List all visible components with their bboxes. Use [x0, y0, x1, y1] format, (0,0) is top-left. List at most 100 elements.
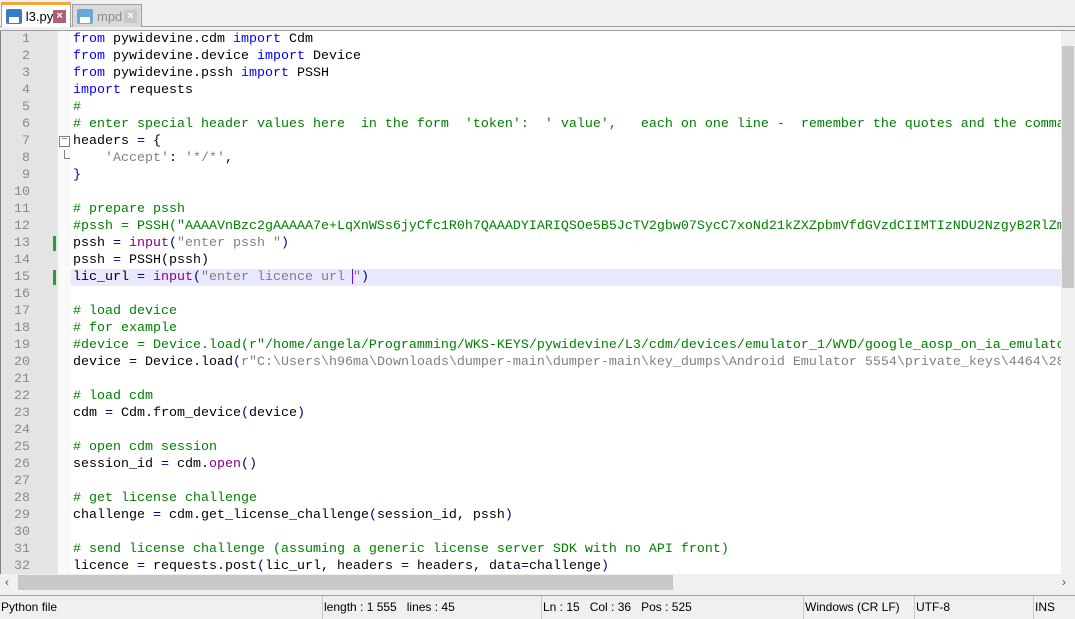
line-text[interactable]: licence = requests.post(lic_url, headers… [71, 558, 1061, 574]
code-line[interactable]: 21 [0, 371, 1061, 388]
line-text[interactable]: # load device [71, 303, 1061, 320]
code-line[interactable]: 5 # [0, 99, 1061, 116]
line-text[interactable]: pssh = input("enter pssh ") [71, 235, 1061, 252]
fold-end-marker [64, 150, 70, 159]
code-line[interactable]: 10 [0, 184, 1061, 201]
line-text[interactable] [71, 422, 1061, 439]
line-text[interactable]: challenge = cdm.get_license_challenge(se… [71, 507, 1061, 524]
line-number: 32 [14, 559, 30, 574]
line-text[interactable]: #device = Device.load(r"/home/angela/Pro… [71, 337, 1073, 354]
insert-mode: INS [1033, 596, 1075, 619]
line-text[interactable]: } [71, 167, 1061, 184]
line-text[interactable]: # prepare pssh [71, 201, 1061, 218]
code-line[interactable]: 17 # load device [0, 303, 1061, 320]
horizontal-scroll-thumb[interactable] [18, 575, 673, 590]
code-token: , [225, 151, 233, 166]
code-line[interactable]: 28 # get license challenge [0, 490, 1061, 507]
line-number: 15 [14, 270, 30, 285]
code-line[interactable]: 13 pssh = input("enter pssh ") [0, 235, 1061, 252]
code-line[interactable]: 29 challenge = cdm.get_license_challenge(… [0, 507, 1061, 524]
code-line[interactable]: 6 # enter special header values here in t… [0, 116, 1073, 133]
modified-line-marker [53, 270, 56, 285]
code-line[interactable]: 32 licence = requests.post(lic_url, heade… [0, 558, 1061, 574]
line-text[interactable] [71, 371, 1061, 388]
code-line[interactable]: 15 lic_url = input("enter licence url ") [0, 269, 1061, 286]
code-line[interactable]: 24 [0, 422, 1061, 439]
line-text[interactable]: # load cdm [71, 388, 1061, 405]
line-text[interactable]: # open cdm session [71, 439, 1061, 456]
close-tab-icon[interactable]: × [53, 9, 66, 23]
code-token: pywidevine.cdm [105, 32, 233, 47]
line-number: 4 [22, 83, 30, 98]
line-text[interactable]: # for example [71, 320, 1061, 337]
code-token: 'Accept' [105, 151, 169, 166]
scroll-right-arrow-icon[interactable]: › [1062, 575, 1066, 589]
code-line[interactable]: 26 session_id = cdm.open() [0, 456, 1061, 473]
line-text[interactable]: from pywidevine.device import Device [71, 48, 1061, 65]
line-text[interactable]: # [71, 99, 1061, 116]
tab-l3-py[interactable]: l3.py × [1, 2, 71, 27]
scroll-left-arrow-icon[interactable]: ‹ [5, 575, 9, 589]
code-token: #device = Device.load(r"/home/angela/Pro… [73, 338, 1073, 353]
code-line[interactable]: 23 cdm = Cdm.from_device(device) [0, 405, 1061, 422]
code-line[interactable]: 1 from pywidevine.cdm import Cdm [0, 31, 1061, 48]
line-text[interactable]: cdm = Cdm.from_device(device) [71, 405, 1061, 422]
code-editor[interactable]: 1 from pywidevine.cdm import Cdm 2 from pyw… [0, 30, 1075, 574]
code-line[interactable]: 27 [0, 473, 1061, 490]
code-line[interactable]: 19 #device = Device.load(r"/home/angela/P… [0, 337, 1073, 354]
code-line[interactable]: 7 − headers = { [0, 133, 1061, 150]
line-text[interactable]: 'Accept': '*/*', [71, 150, 1061, 167]
code-line[interactable]: 30 [0, 524, 1061, 541]
code-token: # get license challenge [73, 491, 257, 506]
line-text[interactable] [71, 184, 1061, 201]
line-text[interactable] [71, 473, 1061, 490]
code-line[interactable]: 11 # prepare pssh [0, 201, 1061, 218]
tab-label: l3.py [25, 8, 54, 24]
code-token: ) [504, 508, 513, 523]
code-line[interactable]: 25 # open cdm session [0, 439, 1061, 456]
line-text[interactable]: session_id = cdm.open() [71, 456, 1061, 473]
line-text[interactable]: import requests [71, 82, 1061, 99]
code-token: from [73, 66, 105, 81]
code-line[interactable]: 2 from pywidevine.device import Device [0, 48, 1061, 65]
code-token: # open cdm session [73, 440, 217, 455]
saved-file-icon [77, 8, 93, 24]
fold-collapse-icon[interactable]: − [59, 136, 70, 147]
code-line[interactable]: 22 # load cdm [0, 388, 1061, 405]
line-text[interactable]: pssh = PSSH(pssh) [71, 252, 1061, 269]
code-line[interactable]: 20 device = Device.load(r"C:\Users\h96ma\… [0, 354, 1065, 371]
code-token: = [129, 355, 137, 370]
line-text[interactable]: #pssh = PSSH("AAAAVnBzc2gAAAAA7e+LqXnWSs… [71, 218, 1075, 235]
code-lines[interactable]: 1 from pywidevine.cdm import Cdm 2 from pyw… [0, 31, 1075, 574]
line-number: 19 [14, 338, 30, 353]
line-text[interactable]: from pywidevine.pssh import PSSH [71, 65, 1061, 82]
code-line[interactable]: 9} [0, 167, 1061, 184]
code-token: = [400, 559, 409, 574]
code-line[interactable]: 3 from pywidevine.pssh import PSSH [0, 65, 1061, 82]
line-text[interactable]: device = Device.load(r"C:\Users\h96ma\Do… [71, 354, 1065, 371]
modified-line-marker [53, 236, 56, 251]
code-line[interactable]: 16 [0, 286, 1061, 303]
line-text[interactable]: from pywidevine.cdm import Cdm [71, 31, 1061, 48]
code-line[interactable]: 8 'Accept': '*/*', [0, 150, 1061, 167]
line-text[interactable] [71, 524, 1061, 541]
code-line[interactable]: 31 # send license challenge (assuming a g… [0, 541, 1061, 558]
line-text[interactable] [71, 286, 1061, 303]
code-line[interactable]: 18 # for example [0, 320, 1061, 337]
line-text[interactable]: headers = { [71, 133, 1061, 150]
line-text[interactable]: lic_url = input("enter licence url ") [71, 269, 1061, 286]
code-line[interactable]: 12 #pssh = PSSH("AAAAVnBzc2gAAAAA7e+LqXnW… [0, 218, 1075, 235]
code-token: # for example [73, 321, 177, 336]
line-text[interactable]: # send license challenge (assuming a gen… [71, 541, 1061, 558]
line-text[interactable]: # enter special header values here in th… [71, 116, 1073, 133]
line-text[interactable]: # get license challenge [71, 490, 1061, 507]
code-line[interactable]: 14 pssh = PSSH(pssh) [0, 252, 1061, 269]
close-tab-icon[interactable]: × [124, 9, 137, 23]
line-number: 12 [14, 219, 30, 234]
vertical-scroll-thumb[interactable] [1062, 46, 1074, 288]
code-line[interactable]: 4 import requests [0, 82, 1061, 99]
file-type: Python file [1, 600, 58, 614]
tab-mpd[interactable]: mpd × [72, 4, 142, 27]
